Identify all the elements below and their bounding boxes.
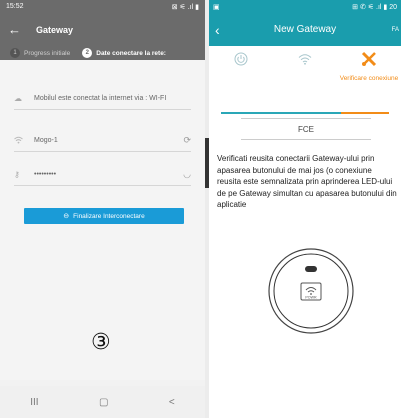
app-title: New Gateway bbox=[273, 24, 337, 35]
left-phone-screen: 15:52 ⊠ ⚟ .ıl ▮ ← Gateway 1 Progress ini… bbox=[0, 0, 205, 418]
refresh-icon[interactable]: ⟳ bbox=[183, 135, 191, 146]
step-indicator: 1 Progress initiale 2 Date conectare la … bbox=[0, 46, 205, 60]
back-arrow-icon[interactable]: ← bbox=[8, 22, 24, 37]
status-bar: 15:52 ⊠ ⚟ .ıl ▮ bbox=[0, 0, 205, 13]
step-1-number: 1 bbox=[10, 48, 20, 58]
device-power-label: POWR bbox=[305, 296, 317, 300]
internet-status-row: ☁ Mobilul este conectat la internet via … bbox=[14, 88, 191, 110]
gateway-code: FCE bbox=[241, 118, 371, 140]
home-icon[interactable]: ▢ bbox=[99, 397, 108, 408]
finalize-button[interactable]: ⊖ Finalizare Interconectare bbox=[24, 208, 184, 224]
app-bar: ← Gateway bbox=[0, 13, 205, 46]
step-2-label: Date conectare la rete: bbox=[96, 49, 166, 57]
tab-wifi[interactable] bbox=[273, 46, 337, 98]
gateway-device-button[interactable]: POWR bbox=[267, 246, 355, 336]
tab-underline bbox=[221, 112, 389, 114]
app-bar: ‹ New Gateway FA bbox=[209, 13, 401, 46]
active-tab-indicator bbox=[341, 112, 389, 114]
right-phone-screen: ▣ ⊞ ✆ ⚟ .ıl ▮ 20 ‹ New Gateway FA Verifi… bbox=[209, 0, 401, 418]
key-icon: ⚷ bbox=[14, 170, 20, 179]
instructions-text: Verificati reusita conectarii Gateway-ul… bbox=[217, 154, 397, 209]
status-icons: ⊞ ✆ ⚟ .ıl ▮ 20 bbox=[352, 3, 397, 11]
status-time: 15:52 bbox=[6, 3, 24, 10]
ssid-value: Mogo-1 bbox=[34, 137, 58, 144]
status-bar: ▣ ⊞ ✆ ⚟ .ıl ▮ 20 bbox=[209, 0, 401, 13]
app-title: Gateway bbox=[36, 24, 74, 35]
status-icons: ⊠ ⚟ .ıl ▮ bbox=[171, 3, 199, 11]
step-2[interactable]: 2 Date conectare la rete: bbox=[82, 48, 166, 58]
app-bar-extra: FA bbox=[391, 26, 399, 33]
step-1-label: Progress initiale bbox=[24, 49, 71, 57]
wizard-tabs: Verificare conexiune bbox=[209, 46, 401, 114]
password-value: ••••••••• bbox=[34, 171, 57, 178]
nav-back-icon[interactable]: < bbox=[169, 397, 175, 408]
tab-power[interactable] bbox=[209, 46, 273, 98]
android-nav-bar: III ▢ < bbox=[0, 386, 205, 418]
cloud-icon: ☁ bbox=[14, 94, 22, 103]
link-icon: ⊖ bbox=[63, 213, 70, 220]
step-1[interactable]: 1 Progress initiale bbox=[10, 48, 70, 58]
power-icon bbox=[232, 50, 250, 68]
step-marker: ③ bbox=[91, 330, 111, 355]
wifi-icon bbox=[296, 50, 314, 68]
recents-icon[interactable]: III bbox=[30, 397, 38, 408]
network-form: ☁ Mobilul este conectat la internet via … bbox=[0, 60, 205, 380]
wifi-icon bbox=[14, 136, 28, 146]
finalize-button-label: Finalizare Interconectare bbox=[73, 212, 145, 220]
tools-icon bbox=[360, 50, 378, 68]
tab-verify-connection[interactable]: Verificare conexiune bbox=[337, 46, 401, 98]
status-app-icon: ▣ bbox=[213, 3, 220, 11]
ssid-field[interactable]: Mogo-1 ⟳ bbox=[14, 130, 191, 152]
step-2-number: 2 bbox=[82, 48, 93, 58]
tab-verify-label: Verificare conexiune bbox=[339, 75, 399, 82]
show-password-icon[interactable]: ◡ bbox=[183, 169, 191, 180]
password-field[interactable]: ⚷ ••••••••• ◡ bbox=[14, 164, 191, 186]
internet-status-text: Mobilul este conectat la internet via : … bbox=[34, 95, 167, 102]
